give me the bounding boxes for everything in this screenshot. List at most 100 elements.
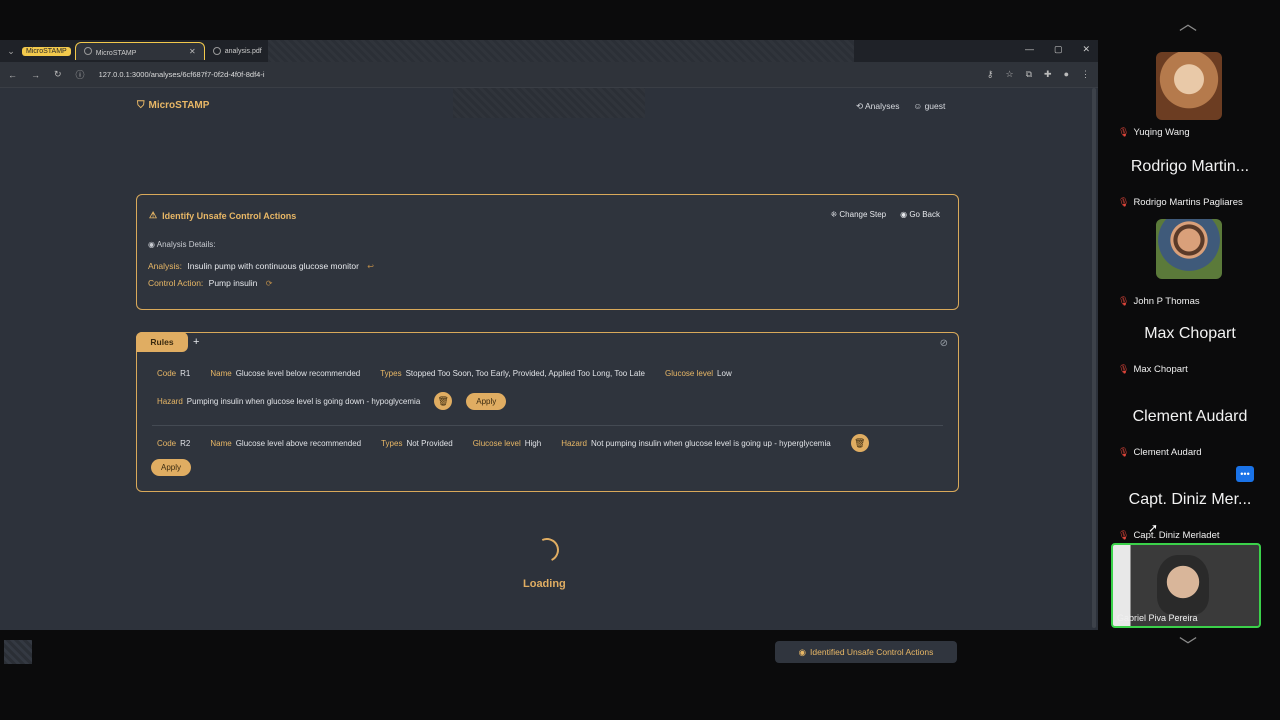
link-icon[interactable]: ↩	[367, 262, 374, 271]
forward-icon[interactable]: →	[31, 70, 40, 80]
meeting-sidebar: ︿ 🎙 Yuqing Wang Rodrigo Martin... 🎙 Rodrig…	[1108, 0, 1280, 720]
scrollbar-track[interactable]	[1092, 88, 1096, 628]
change-step-button[interactable]: ⁜ Change Step	[830, 210, 886, 219]
back-circle-icon: ◉	[900, 210, 910, 219]
globe-icon	[212, 47, 221, 55]
mic-off-icon: 🎙	[1118, 447, 1130, 457]
participant-name-row: 🎙 Yuqing Wang	[1118, 127, 1190, 138]
analysis-key: Analysis:	[148, 261, 183, 271]
self-view-tile[interactable]: Gabriel Piva Pereira	[1111, 543, 1261, 628]
site-info-icon[interactable]: ⓘ	[76, 68, 85, 81]
participant-name: Clement Audard	[1133, 447, 1202, 458]
favicon-icon	[83, 46, 92, 55]
nav-analyses[interactable]: ⟲ Analyses	[856, 101, 900, 112]
identified-ucas-button[interactable]: ◉ Identified Unsafe Control Actions	[775, 641, 957, 663]
url-input[interactable]: 127.0.0.1:3000/analyses/6cf687f7-0f2d-4f…	[99, 70, 265, 79]
rule-code-value: R2	[180, 438, 191, 448]
rule-row-2: Code R2 Name Glucose level above recommend…	[157, 434, 869, 452]
control-action-row: Control Action: Pump insulin ⟳	[148, 278, 272, 288]
rules-tab[interactable]: Rules	[136, 332, 188, 352]
back-icon[interactable]: ←	[8, 70, 17, 80]
participant-display-name: Max Chopart	[1144, 325, 1236, 342]
apply-rule-button[interactable]: Apply	[466, 392, 507, 410]
chevron-up-icon[interactable]: ︿	[1168, 10, 1208, 36]
profile-icon[interactable]: ●	[1064, 69, 1069, 80]
nav-user[interactable]: ☺ guest	[914, 101, 946, 112]
nav-user-label: guest	[924, 101, 946, 111]
nav-analyses-label: Analyses	[865, 101, 900, 111]
tab-group-label[interactable]: MicroSTAMP	[22, 46, 71, 56]
menu-icon[interactable]: ⋮	[1081, 69, 1090, 80]
rule-types: Types Not Provided	[381, 439, 453, 448]
tab-microstamp[interactable]: MicroSTAMP ✕	[74, 42, 205, 60]
participant-tile[interactable]: 🎙 Yuqing Wang	[1112, 52, 1268, 138]
step-actions: ⁜ Change Step ◉ Go Back	[830, 210, 940, 219]
analysis-row: Analysis: Insulin pump with continuous g…	[148, 261, 374, 271]
rule-divider	[152, 425, 943, 426]
mic-off-icon: 🎙	[1118, 127, 1130, 137]
close-tab-icon[interactable]: ✕	[189, 47, 196, 56]
screen: ⌄ MicroSTAMP MicroSTAMP ✕ analysis.pdf —…	[0, 0, 1280, 720]
participant-tile[interactable]: Max Chopart 🎙 Max Chopart	[1112, 317, 1268, 399]
tab-label: MicroSTAMP	[95, 49, 137, 57]
apply-rule-button[interactable]: Apply	[151, 459, 192, 476]
address-bar-actions: ⚷ ☆ ⧉ ✚ ● ⋮	[987, 69, 1090, 80]
rule-hazard-value: Pumping insulin when glucose level is go…	[186, 396, 421, 406]
rule-variable-key: Glucose level	[665, 369, 714, 378]
participant-name-row: 🎙 Clement Audard	[1118, 447, 1202, 458]
extension-icon[interactable]: ⧉	[1026, 69, 1032, 80]
step-card: ⚠ Identify Unsafe Control Actions ⁜ Chan…	[136, 194, 959, 310]
rule-name-key: Name	[210, 369, 232, 378]
rule-row-1-hazard: Hazard Pumping insulin when glucose level…	[157, 392, 507, 410]
minimize-icon[interactable]: —	[1025, 44, 1034, 55]
mic-off-icon: 🎙	[1118, 530, 1130, 540]
shield-icon: ⛉	[137, 100, 145, 111]
rule-variable: Glucose level Low	[665, 369, 732, 378]
participant-avatar	[1156, 219, 1222, 279]
link-icon[interactable]: ⟳	[266, 279, 273, 288]
app-logo[interactable]: ⛉ MicroSTAMP	[137, 100, 209, 111]
key-icon[interactable]: ⚷	[987, 69, 994, 80]
maximize-icon[interactable]: ▢	[1054, 44, 1063, 55]
participant-display-name: Capt. Diniz Mer...	[1128, 491, 1252, 508]
app-logo-text: MicroSTAMP	[148, 100, 210, 111]
eye-off-icon[interactable]: ⊘	[940, 338, 948, 349]
rule-code-key: Code	[157, 438, 177, 448]
step-title-text: Identify Unsafe Control Actions	[162, 210, 297, 221]
redacted-area	[4, 640, 32, 664]
reload-icon[interactable]: ↻	[54, 69, 62, 80]
rule-types-value: Not Provided	[406, 438, 453, 448]
rule-hazard: Hazard Pumping insulin when glucose level…	[157, 397, 420, 406]
rule-name-value: Glucose level below recommended	[235, 369, 361, 378]
more-options-icon[interactable]: •••	[1236, 466, 1254, 482]
tab-bar: ⌄ MicroSTAMP MicroSTAMP ✕ analysis.pdf —…	[0, 40, 1098, 88]
tab-search-icon[interactable]: ⌄	[4, 46, 18, 57]
participant-name-row: 🎙 John P Thomas	[1118, 296, 1200, 307]
delete-rule-button[interactable]: 🗑	[850, 434, 869, 452]
add-rule-button[interactable]: +	[193, 336, 199, 348]
participant-tile[interactable]: 🎙 John P Thomas	[1112, 219, 1268, 307]
analysis-details-label: ◉ Analysis Details:	[148, 240, 215, 249]
warning-icon: ⚠	[149, 210, 158, 220]
details-label-text: Analysis Details:	[156, 240, 216, 249]
mouse-cursor-icon: ➚	[1148, 521, 1159, 535]
mic-off-icon: 🎙	[1118, 197, 1130, 207]
tab-analysis-pdf[interactable]: analysis.pdf	[205, 42, 270, 60]
rule-code: Code R1	[157, 369, 190, 378]
app-viewport: ⛉ MicroSTAMP ⟲ Analyses ☺ guest ⚠ Identi…	[0, 88, 1098, 664]
rule-variable-value: Low	[717, 369, 732, 378]
participant-name: Capt. Diniz Merladet	[1133, 530, 1220, 541]
participant-display-name: Clement Audard	[1132, 408, 1248, 425]
chevron-down-icon[interactable]: ﹀	[1168, 632, 1208, 658]
delete-rule-button[interactable]: 🗑	[434, 392, 453, 410]
participant-avatar	[1156, 52, 1222, 120]
user-icon: ☺	[913, 101, 925, 111]
puzzle-icon[interactable]: ✚	[1044, 69, 1052, 80]
star-icon[interactable]: ☆	[1006, 69, 1014, 80]
go-back-button[interactable]: ◉ Go Back	[900, 210, 940, 219]
rule-hazard-value: Not pumping insulin when glucose level i…	[590, 438, 831, 448]
rule-types-key: Types	[381, 438, 403, 448]
close-window-icon[interactable]: ✕	[1082, 44, 1090, 55]
rule-row-1: Code R1 Name Glucose level below recommend…	[157, 369, 732, 378]
participant-name: Max Chopart	[1133, 364, 1188, 375]
